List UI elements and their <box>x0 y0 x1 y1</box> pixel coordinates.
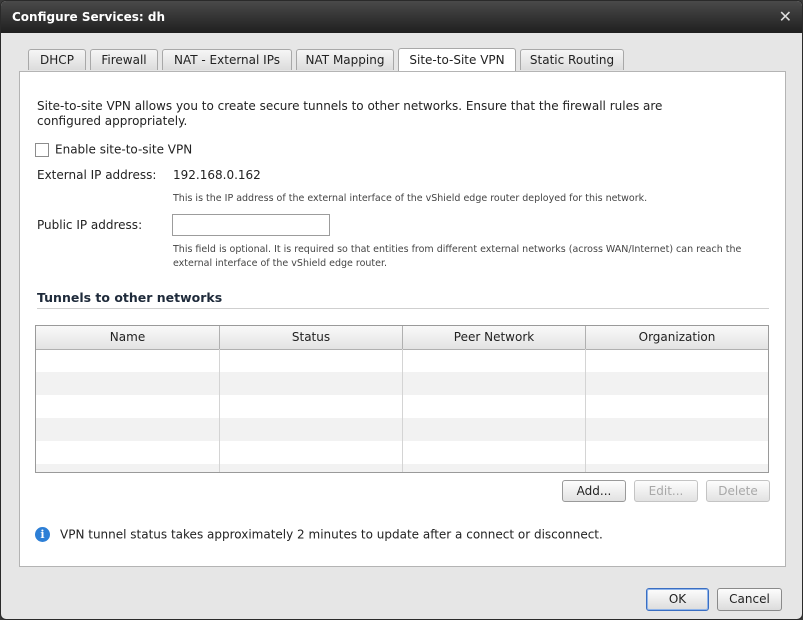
tunnels-table: Name Status Peer Network Organization <box>35 325 769 473</box>
title-bar: Configure Services: dh ✕ <box>1 1 802 33</box>
close-icon[interactable]: ✕ <box>779 7 792 26</box>
column-divider <box>402 349 403 472</box>
intro-text: Site-to-site VPN allows you to create se… <box>37 99 663 128</box>
tab-firewall[interactable]: Firewall <box>90 49 158 70</box>
enable-vpn-row: Enable site-to-site VPN <box>35 142 192 157</box>
column-header-status[interactable]: Status <box>220 326 403 349</box>
delete-tunnel-button[interactable]: Delete <box>706 480 770 502</box>
column-divider <box>219 349 220 472</box>
info-text: VPN tunnel status takes approximately 2 … <box>60 527 603 542</box>
public-ip-label: Public IP address: <box>37 218 143 232</box>
column-header-name[interactable]: Name <box>36 326 220 349</box>
column-header-peer-network[interactable]: Peer Network <box>403 326 586 349</box>
tunnels-section-title: Tunnels to other networks <box>37 290 223 305</box>
external-ip-hint: This is the IP address of the external i… <box>173 193 648 204</box>
vpn-panel: Site-to-site VPN allows you to create se… <box>19 71 786 567</box>
tab-dhcp[interactable]: DHCP <box>28 49 86 70</box>
edit-tunnel-button[interactable]: Edit... <box>634 480 698 502</box>
dialog-title: Configure Services: dh <box>12 10 165 24</box>
tab-site-to-site-vpn[interactable]: Site-to-Site VPN <box>398 48 516 71</box>
enable-vpn-checkbox[interactable] <box>35 142 49 157</box>
external-ip-value: 192.168.0.162 <box>173 168 261 182</box>
tab-static-routing[interactable]: Static Routing <box>520 49 624 70</box>
configure-services-dialog: Configure Services: dh ✕ DHCP Firewall N… <box>0 0 803 620</box>
tab-nat-external-ips[interactable]: NAT - External IPs <box>162 49 292 70</box>
info-icon: i <box>35 527 50 542</box>
public-ip-input[interactable] <box>172 214 330 236</box>
ok-button[interactable]: OK <box>646 588 709 611</box>
column-header-organization[interactable]: Organization <box>586 326 768 349</box>
table-header: Name Status Peer Network Organization <box>36 326 768 350</box>
external-ip-label: External IP address: <box>37 168 157 182</box>
section-divider <box>37 308 769 309</box>
tab-nat-mapping[interactable]: NAT Mapping <box>296 49 394 70</box>
public-ip-hint: This field is optional. It is required s… <box>173 244 742 269</box>
enable-vpn-label: Enable site-to-site VPN <box>55 142 193 157</box>
add-tunnel-button[interactable]: Add... <box>562 480 626 502</box>
cancel-button[interactable]: Cancel <box>717 588 782 611</box>
column-divider <box>585 349 586 472</box>
info-message: i VPN tunnel status takes approximately 2… <box>35 527 603 542</box>
